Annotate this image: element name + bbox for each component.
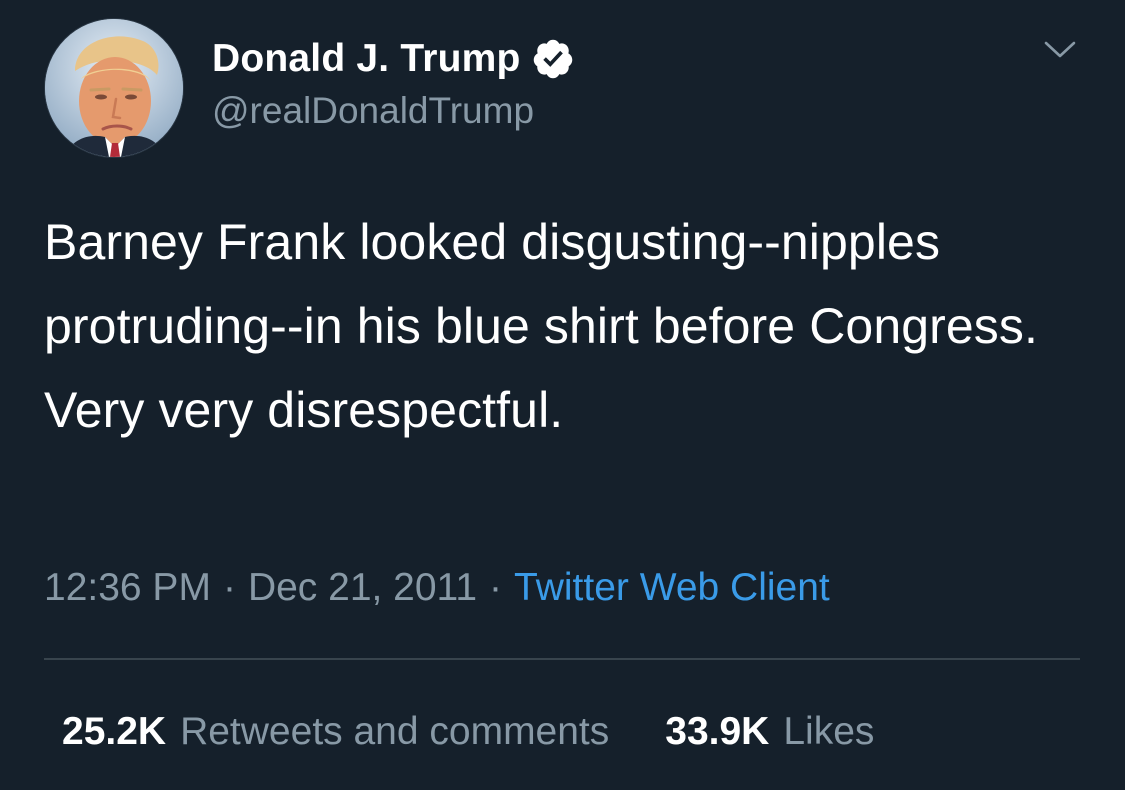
retweets-stat[interactable]: 25.2K Retweets and comments (62, 710, 609, 754)
divider (44, 658, 1080, 660)
verified-badge-icon (531, 37, 575, 81)
retweets-count: 25.2K (62, 710, 167, 753)
tweet-card: Donald J. Trump @realDonaldTrump Barney … (0, 0, 1125, 790)
author-handle[interactable]: @realDonaldTrump (212, 90, 534, 132)
likes-stat[interactable]: 33.9K Likes (665, 710, 874, 754)
tweet-stats: 25.2K Retweets and comments 33.9K Likes (62, 710, 874, 754)
chevron-down-icon[interactable] (1038, 34, 1082, 64)
tweet-metadata: 12:36 PM · Dec 21, 2011 · Twitter Web Cl… (44, 566, 830, 610)
likes-label: Likes (783, 710, 875, 753)
avatar[interactable] (44, 18, 184, 158)
meta-separator: · (489, 566, 503, 609)
display-name[interactable]: Donald J. Trump (212, 37, 521, 81)
tweet-source-link[interactable]: Twitter Web Client (514, 566, 830, 610)
retweets-label: Retweets and comments (180, 710, 610, 753)
tweet-time[interactable]: 12:36 PM (44, 566, 211, 610)
likes-count: 33.9K (665, 710, 770, 753)
avatar-image (45, 19, 183, 157)
meta-separator: · (222, 566, 236, 609)
author-name-row[interactable]: Donald J. Trump (212, 36, 575, 82)
tweet-date[interactable]: Dec 21, 2011 (248, 566, 477, 610)
tweet-text: Barney Frank looked disgusting--nipples … (44, 214, 1038, 438)
